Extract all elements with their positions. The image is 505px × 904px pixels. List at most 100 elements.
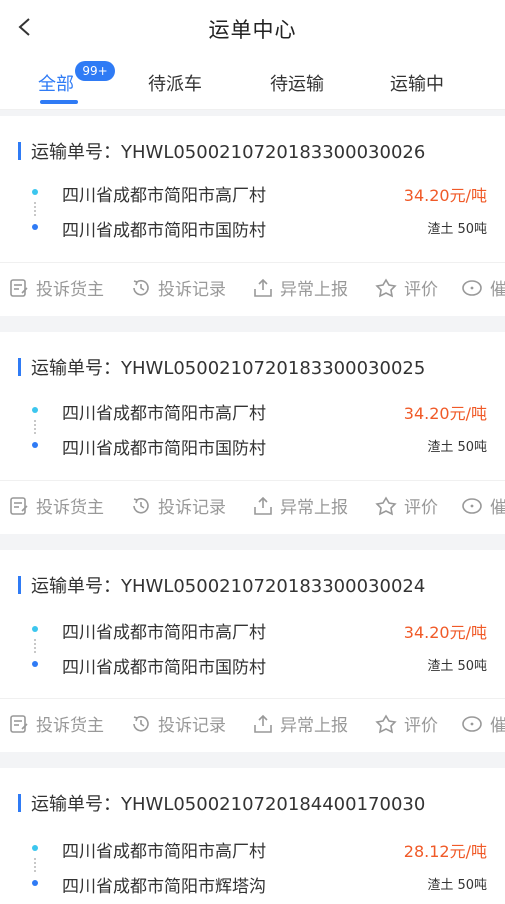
origin-address: 四川省成都市简阳市高厂村 bbox=[62, 186, 266, 206]
route-connector bbox=[34, 420, 36, 434]
app-header: 运单中心 bbox=[0, 0, 505, 56]
origin-address: 四川省成都市简阳市高厂村 bbox=[62, 404, 266, 424]
cargo-info: 渣土 50吨 bbox=[427, 659, 487, 674]
star-badge-icon bbox=[375, 495, 397, 515]
origin-dot-icon bbox=[32, 845, 38, 851]
rate-label: 评价 bbox=[404, 280, 438, 300]
report-exception-button[interactable]: 异常上报 bbox=[252, 711, 348, 736]
urge-button[interactable]: 催 bbox=[460, 275, 505, 300]
complaint-records-button[interactable]: 投诉记录 bbox=[130, 711, 226, 736]
tab-in-transit[interactable]: 运输中 bbox=[390, 70, 444, 96]
complain-owner-button[interactable]: 投诉货主 bbox=[8, 711, 104, 736]
urge-label: 催 bbox=[490, 498, 505, 518]
cargo-info: 渣土 50吨 bbox=[427, 878, 487, 893]
complaint-form-icon bbox=[10, 714, 28, 733]
order-number: 运输单号：YHWL050021072018330003002​6 bbox=[31, 142, 426, 163]
card-separator bbox=[0, 534, 505, 550]
active-tab-indicator bbox=[40, 100, 78, 104]
tab-pending-dispatch[interactable]: 待派车 bbox=[148, 70, 202, 96]
order-number-row: 运输单号：YHWL050021072018330003002​6 bbox=[18, 138, 425, 164]
order-number-row: 运输单号：YHWL050021072018440017003​0 bbox=[18, 790, 425, 816]
complaint-records-label: 投诉记录 bbox=[158, 716, 226, 736]
report-exception-label: 异常上报 bbox=[280, 280, 348, 300]
destination-address: 四川省成都市简阳市国防村 bbox=[62, 439, 266, 459]
message-bubble-icon bbox=[462, 279, 482, 296]
report-exception-label: 异常上报 bbox=[280, 716, 348, 736]
order-card[interactable]: 运输单号：YHWL0500210720183300030025 四川省成都市简阳… bbox=[0, 332, 505, 532]
freight-price: 28.12元/吨 bbox=[403, 842, 487, 861]
order-number: 运输单号：YHWL0500210720183300030025 bbox=[31, 358, 426, 379]
message-bubble-icon bbox=[462, 715, 482, 732]
history-clock-icon bbox=[133, 715, 149, 732]
action-bar: 投诉货主 投诉记录 异常上报 评价 催 bbox=[0, 480, 505, 532]
destination-dot-icon bbox=[32, 224, 38, 230]
urge-label: 催 bbox=[490, 716, 505, 736]
complaint-form-icon bbox=[10, 278, 28, 297]
complain-owner-button[interactable]: 投诉货主 bbox=[8, 275, 104, 300]
upload-icon bbox=[254, 714, 272, 733]
cargo-info: 渣土 50吨 bbox=[427, 222, 487, 237]
card-separator bbox=[0, 752, 505, 768]
count-badge: 99+ bbox=[75, 61, 115, 81]
complaint-records-label: 投诉记录 bbox=[158, 280, 226, 300]
accent-bar bbox=[18, 358, 21, 376]
origin-dot-icon bbox=[32, 189, 38, 195]
history-clock-icon bbox=[133, 279, 149, 296]
destination-address: 四川省成都市简阳市辉塔沟 bbox=[62, 877, 266, 897]
urge-button[interactable]: 催 bbox=[460, 493, 505, 518]
origin-address: 四川省成都市简阳市高厂村 bbox=[62, 623, 266, 643]
order-card[interactable]: 运输单号：YHWL050021072018440017003​0 四川省成都市简… bbox=[0, 768, 505, 904]
order-number-row: 运输单号：YHWL0500210720183300030025 bbox=[18, 354, 425, 380]
route-connector bbox=[34, 202, 36, 216]
order-number-row: 运输单号：YHWL0500210720183300030024 bbox=[18, 572, 425, 598]
complaint-records-button[interactable]: 投诉记录 bbox=[130, 275, 226, 300]
origin-dot-icon bbox=[32, 626, 38, 632]
complaint-form-icon bbox=[10, 496, 28, 515]
rate-button[interactable]: 评价 bbox=[374, 493, 438, 518]
rate-label: 评价 bbox=[404, 716, 438, 736]
origin-dot-icon bbox=[32, 407, 38, 413]
rate-button[interactable]: 评价 bbox=[374, 275, 438, 300]
order-card[interactable]: 运输单号：YHWL0500210720183300030024 四川省成都市简阳… bbox=[0, 550, 505, 750]
page-title: 运单中心 bbox=[208, 18, 297, 42]
complain-owner-label: 投诉货主 bbox=[36, 498, 104, 518]
complain-owner-button[interactable]: 投诉货主 bbox=[8, 493, 104, 518]
urge-button[interactable]: 催 bbox=[460, 711, 505, 736]
report-exception-label: 异常上报 bbox=[280, 498, 348, 518]
destination-address: 四川省成都市简阳市国防村 bbox=[62, 221, 266, 241]
origin-address: 四川省成都市简阳市高厂村 bbox=[62, 842, 266, 862]
report-exception-button[interactable]: 异常上报 bbox=[252, 493, 348, 518]
upload-icon bbox=[254, 278, 272, 297]
accent-bar bbox=[18, 142, 21, 160]
rate-button[interactable]: 评价 bbox=[374, 711, 438, 736]
action-bar: 投诉货主 投诉记录 异常上报 评价 催 bbox=[0, 698, 505, 750]
destination-address: 四川省成都市简阳市国防村 bbox=[62, 658, 266, 678]
route-connector bbox=[34, 858, 36, 872]
order-number: 运输单号：YHWL050021072018440017003​0 bbox=[31, 794, 426, 815]
destination-dot-icon bbox=[32, 880, 38, 886]
destination-dot-icon bbox=[32, 661, 38, 667]
complain-owner-label: 投诉货主 bbox=[36, 280, 104, 300]
history-clock-icon bbox=[133, 497, 149, 514]
card-separator bbox=[0, 316, 505, 332]
tab-all[interactable]: 全部 bbox=[38, 70, 74, 96]
complaint-records-button[interactable]: 投诉记录 bbox=[130, 493, 226, 518]
complain-owner-label: 投诉货主 bbox=[36, 716, 104, 736]
freight-price: 34.20元/吨 bbox=[403, 623, 487, 642]
message-bubble-icon bbox=[462, 497, 482, 514]
freight-price: 34.20元/吨 bbox=[403, 404, 487, 423]
destination-dot-icon bbox=[32, 442, 38, 448]
order-card[interactable]: 运输单号：YHWL050021072018330003002​6 四川省成都市简… bbox=[0, 116, 505, 314]
freight-price: 34.20元/吨 bbox=[403, 186, 487, 205]
report-exception-button[interactable]: 异常上报 bbox=[252, 275, 348, 300]
tab-pending-transport[interactable]: 待运输 bbox=[270, 70, 324, 96]
action-bar: 投诉货主 投诉记录 异常上报 评价 催 bbox=[0, 262, 505, 314]
accent-bar bbox=[18, 794, 21, 812]
route-connector bbox=[34, 639, 36, 653]
star-badge-icon bbox=[375, 277, 397, 297]
upload-icon bbox=[254, 496, 272, 515]
order-number: 运输单号：YHWL0500210720183300030024 bbox=[31, 576, 426, 597]
cargo-info: 渣土 50吨 bbox=[427, 440, 487, 455]
rate-label: 评价 bbox=[404, 498, 438, 518]
star-badge-icon bbox=[375, 713, 397, 733]
